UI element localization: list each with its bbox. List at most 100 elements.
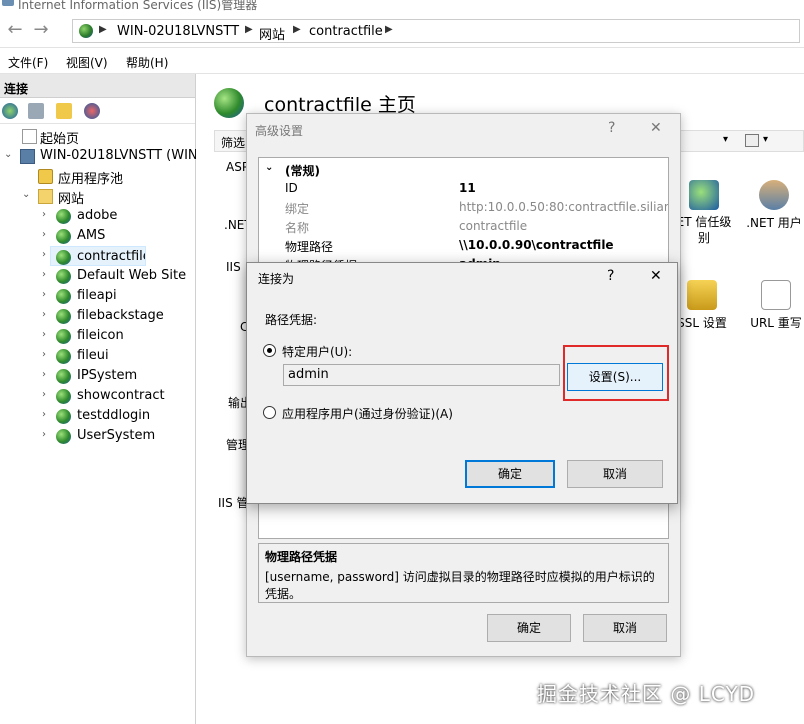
forward-arrow-icon[interactable]: →	[30, 20, 52, 42]
feature-label: ET 信任级 别	[676, 215, 732, 245]
back-arrow-icon[interactable]: ←	[4, 20, 26, 42]
username-field[interactable]: admin	[283, 364, 560, 386]
tree-site-item[interactable]: › UserSystem	[0, 426, 196, 446]
up-folder-icon[interactable]	[56, 103, 72, 119]
tree-label: WIN-02U18LVNSTT (WIN-0	[40, 148, 196, 163]
chevron-right-icon[interactable]: ›	[42, 429, 46, 440]
menu-help[interactable]: 帮助(H)	[126, 54, 168, 71]
help-button[interactable]: ?	[608, 120, 615, 136]
chevron-right-icon[interactable]: ›	[42, 329, 46, 340]
tree-site-item[interactable]: › AMS	[0, 226, 196, 246]
tree-site-item[interactable]: › fileapi	[0, 286, 196, 306]
tree-label: 应用程序池	[58, 172, 124, 186]
chevron-right-icon[interactable]: ▶	[385, 24, 393, 35]
chevron-right-icon[interactable]: ›	[42, 249, 46, 260]
chevron-down-icon[interactable]: ⌄	[22, 189, 30, 200]
tree-site-item[interactable]: › IPSystem	[0, 366, 196, 386]
chevron-right-icon[interactable]: ›	[42, 229, 46, 240]
connect-globe-icon[interactable]	[2, 103, 18, 119]
chevron-right-icon[interactable]: ▶	[293, 24, 301, 35]
chevron-down-icon[interactable]: ⌄	[265, 162, 273, 173]
tree-sites[interactable]: ⌄ 网站	[0, 186, 196, 206]
chevron-right-icon[interactable]: ›	[42, 409, 46, 420]
property-group[interactable]: ⌄ (常规)	[259, 160, 668, 179]
tree-site-item[interactable]: › testddlogin	[0, 406, 196, 426]
ok-button[interactable]: 确定	[487, 614, 571, 642]
feature-label: SSL 设置	[677, 316, 727, 330]
property-row[interactable]: ID 11	[259, 179, 668, 198]
site-label: showcontract	[77, 388, 165, 403]
close-button[interactable]: ✕	[650, 268, 662, 284]
property-row[interactable]: 物理路径 \\10.0.0.90\contractfile	[259, 236, 668, 255]
chevron-right-icon[interactable]: ›	[42, 389, 46, 400]
breadcrumb-site[interactable]: contractfile	[309, 24, 383, 39]
chevron-right-icon[interactable]: ›	[42, 349, 46, 360]
tree-app-pools[interactable]: 应用程序池	[0, 166, 196, 186]
cancel-button[interactable]: 取消	[583, 614, 667, 642]
feature-label: .NET 用户	[746, 216, 802, 230]
feature-label: URL 重写	[750, 316, 802, 330]
help-button[interactable]: ?	[607, 268, 614, 284]
tree-site-item[interactable]: › showcontract	[0, 386, 196, 406]
chevron-right-icon[interactable]: ›	[42, 209, 46, 220]
specific-user-radio[interactable]	[263, 344, 276, 357]
tree-site-item[interactable]: › fileicon	[0, 326, 196, 346]
breadcrumb-sites[interactable]: 网站	[259, 24, 285, 43]
filter-label[interactable]: 筛选	[221, 134, 245, 151]
disconnect-icon[interactable]	[84, 103, 100, 119]
tree-start-page[interactable]: 起始页	[0, 126, 196, 146]
save-icon[interactable]	[28, 103, 44, 119]
view-icon[interactable]	[745, 134, 759, 147]
chevron-down-icon[interactable]: ▾	[723, 134, 728, 145]
feature-url-rewrite[interactable]: URL 重写	[746, 280, 804, 331]
chevron-right-icon[interactable]: ▶	[99, 24, 107, 35]
tree-server[interactable]: ⌄ WIN-02U18LVNSTT (WIN-0	[0, 146, 196, 166]
feature-trust-level[interactable]: ET 信任级 别	[674, 180, 734, 246]
menu-file[interactable]: 文件(F)	[8, 54, 48, 71]
site-label: testddlogin	[77, 408, 151, 423]
app-user-label[interactable]: 应用程序用户(通过身份验证)(A)	[282, 405, 453, 422]
connections-panel: 连接 起始页 ⌄ WIN-02U18LVNSTT (WIN-0 应用程序池 ⌄ …	[0, 74, 196, 724]
chevron-right-icon[interactable]: ›	[42, 289, 46, 300]
menu-view[interactable]: 视图(V)	[66, 54, 108, 71]
tree-site-item[interactable]: › fileui	[0, 346, 196, 366]
globe-icon	[56, 389, 71, 404]
site-label: AMS	[77, 228, 106, 243]
property-value: 11	[459, 181, 476, 195]
tree-site-item[interactable]: › filebackstage	[0, 306, 196, 326]
cancel-button[interactable]: 取消	[567, 460, 663, 488]
breadcrumb-server[interactable]: WIN-02U18LVNSTT	[117, 24, 239, 39]
specific-user-label[interactable]: 特定用户(U):	[282, 343, 352, 360]
tree-site-item-selected[interactable]: contractfile	[50, 246, 146, 266]
chevron-right-icon[interactable]: ▶	[245, 24, 253, 35]
highlight-box	[563, 345, 669, 401]
chevron-down-icon[interactable]: ⌄	[4, 149, 12, 160]
tree-site-item[interactable]: › adobe	[0, 206, 196, 226]
tree-site-item[interactable]: › Default Web Site	[0, 266, 196, 286]
chevron-right-icon[interactable]: ›	[42, 309, 46, 320]
globe-icon	[56, 229, 71, 244]
globe-icon	[56, 329, 71, 344]
description-text: [username, password] 访问虚拟目录的物理路径时应模拟的用户标…	[265, 570, 655, 601]
feature-ssl[interactable]: SSL 设置	[672, 280, 732, 331]
globe-icon	[56, 269, 71, 284]
globe-icon	[79, 24, 93, 38]
chevron-right-icon[interactable]: ›	[42, 369, 46, 380]
site-label: contractfile	[77, 249, 146, 264]
chevron-right-icon[interactable]: ›	[42, 269, 46, 280]
app-user-radio[interactable]	[263, 406, 276, 419]
page-icon	[22, 129, 37, 144]
connections-header: 连接	[0, 74, 195, 98]
close-button[interactable]: ✕	[650, 120, 662, 136]
property-row[interactable]: 绑定 http:10.0.0.50:80:contractfile.silian…	[259, 198, 668, 217]
property-value: contractfile	[459, 219, 528, 233]
lock-icon	[687, 280, 717, 310]
address-box[interactable]: ▶ WIN-02U18LVNSTT ▶ 网站 ▶ contractfile ▶	[72, 19, 800, 43]
property-row[interactable]: 名称 contractfile	[259, 217, 668, 236]
ok-button[interactable]: 确定	[465, 460, 555, 488]
feature-iis-mgr-label: IIS 管	[218, 496, 249, 510]
feature-net-users[interactable]: .NET 用户	[744, 180, 804, 231]
chevron-down-icon[interactable]: ▾	[763, 134, 768, 145]
sites-folder-icon	[38, 189, 53, 204]
globe-icon	[56, 289, 71, 304]
